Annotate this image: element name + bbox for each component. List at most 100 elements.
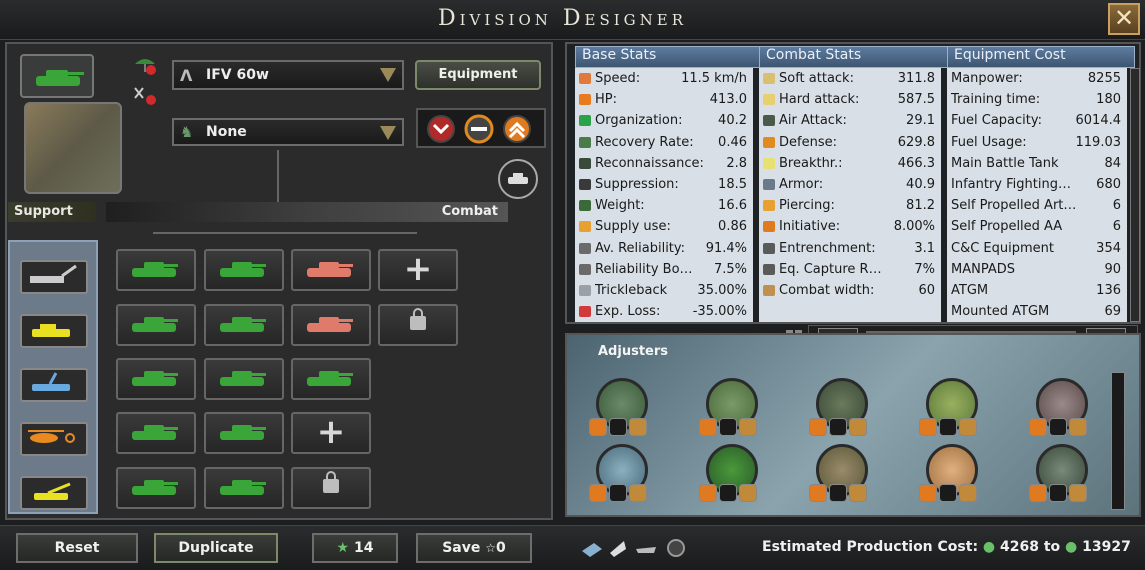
combat-slot[interactable] bbox=[204, 412, 284, 454]
priority-high-icon[interactable] bbox=[501, 114, 533, 144]
stat-row: Recovery Rate: 0.46 bbox=[575, 132, 753, 153]
stat-value: 680 bbox=[1096, 176, 1121, 192]
stat-label-text: Breakthr.: bbox=[779, 155, 843, 171]
add-battalion-button[interactable]: + bbox=[291, 412, 371, 454]
save-button[interactable]: Save ☆0 bbox=[416, 533, 532, 563]
stat-row: Infantry Fighting… 680 bbox=[947, 174, 1127, 195]
stat-label: Reliability Bo… bbox=[579, 259, 693, 280]
stat-icon bbox=[763, 284, 775, 296]
tank-icon bbox=[132, 317, 178, 332]
support-column bbox=[8, 240, 98, 514]
priority-normal-icon[interactable] bbox=[463, 114, 495, 144]
reset-button[interactable]: Reset bbox=[16, 533, 138, 563]
stat-label-text: Trickleback bbox=[595, 282, 668, 298]
stat-label: Armor: bbox=[763, 174, 823, 195]
combat-slot[interactable] bbox=[204, 467, 284, 509]
support-slot-helicopter[interactable] bbox=[20, 422, 88, 456]
stat-label-text: ATGM bbox=[951, 282, 989, 298]
close-button[interactable]: ✕ bbox=[1108, 3, 1140, 35]
combat-header: Combat bbox=[106, 202, 508, 222]
stat-label: Initiative: bbox=[763, 216, 840, 237]
stats-scrollbar[interactable] bbox=[1130, 68, 1140, 322]
combat-slot[interactable] bbox=[116, 467, 196, 509]
stat-icon bbox=[579, 157, 591, 169]
equipment-cost-header: Equipment Cost bbox=[947, 46, 1135, 68]
combat-slot[interactable] bbox=[116, 358, 196, 400]
combat-slot[interactable] bbox=[291, 358, 371, 400]
xp-indicator: ★ 14 bbox=[312, 533, 398, 563]
stat-label: Recovery Rate: bbox=[579, 132, 694, 153]
combat-slot[interactable] bbox=[204, 304, 284, 346]
parachute-restrict-icon[interactable] bbox=[133, 54, 157, 76]
duplicate-button[interactable]: Duplicate bbox=[154, 533, 278, 563]
defense-badge-icon bbox=[849, 484, 867, 502]
stat-value: 29.1 bbox=[906, 113, 935, 129]
coin-icon: ● bbox=[1065, 539, 1078, 555]
stat-row: Training time: 180 bbox=[947, 89, 1127, 110]
priority-low-icon[interactable] bbox=[425, 114, 457, 144]
stat-label: Combat width: bbox=[763, 280, 874, 301]
attack-badge-icon bbox=[609, 484, 627, 502]
terrain-modifiers bbox=[809, 484, 879, 504]
stat-label-text: C&C Equipment bbox=[951, 240, 1054, 256]
stat-row: Air Attack: 29.1 bbox=[759, 110, 941, 131]
combat-slot[interactable] bbox=[204, 249, 284, 291]
movement-badge-icon bbox=[809, 418, 827, 436]
stat-label: MANPADS bbox=[951, 259, 1015, 280]
template-name-field[interactable]: Ʌ IFV 60w bbox=[172, 60, 404, 90]
unit-type-toggle-icon[interactable] bbox=[496, 158, 540, 200]
stat-label-text: Combat width: bbox=[779, 282, 875, 298]
base-stats-header: Base Stats bbox=[575, 46, 761, 68]
stat-label: Main Battle Tank bbox=[951, 153, 1059, 174]
support-slot-artillery[interactable] bbox=[20, 476, 88, 510]
division-icon-selector[interactable] bbox=[20, 54, 94, 98]
base-stats-list: Speed: 11.5 km/h HP: 413.0 Organization: 40.2… bbox=[575, 68, 753, 322]
equipment-button[interactable]: Equipment bbox=[415, 60, 541, 90]
stat-icon bbox=[763, 136, 775, 148]
support-slot-tank[interactable] bbox=[20, 314, 88, 348]
stat-icon bbox=[763, 94, 775, 106]
stat-icon bbox=[579, 94, 591, 106]
lock-icon bbox=[410, 308, 426, 330]
plus-icon: + bbox=[403, 249, 433, 289]
stat-row: Initiative: 8.00% bbox=[759, 216, 941, 237]
stat-label-text: Reconnaissance: bbox=[595, 155, 704, 171]
unknown-icon bbox=[667, 539, 685, 557]
anti-air-icon bbox=[32, 372, 70, 391]
stat-label: ATGM bbox=[951, 280, 988, 301]
production-cost-to: to bbox=[1043, 539, 1061, 555]
amphibious-restrict-icon[interactable] bbox=[133, 84, 157, 106]
stat-icon bbox=[579, 178, 591, 190]
stats-panel: Base Stats Combat Stats Equipment Cost S… bbox=[565, 42, 1141, 324]
combat-slot[interactable] bbox=[116, 412, 196, 454]
terrain-modifiers bbox=[699, 418, 769, 438]
stat-icon bbox=[763, 115, 775, 127]
defense-badge-icon bbox=[1069, 484, 1087, 502]
combat-slot[interactable] bbox=[204, 358, 284, 400]
stat-label: HP: bbox=[579, 89, 617, 110]
stat-value: 413.0 bbox=[709, 92, 747, 108]
adjusters-scrollbar[interactable] bbox=[1111, 372, 1125, 510]
stat-label-text: Initiative: bbox=[779, 219, 841, 235]
support-slot-aa[interactable] bbox=[20, 368, 88, 402]
stat-label: Organization: bbox=[579, 110, 683, 131]
combat-slot[interactable] bbox=[116, 304, 196, 346]
combat-slot[interactable] bbox=[291, 249, 371, 291]
tank-icon bbox=[307, 371, 353, 386]
stat-icon bbox=[763, 73, 775, 84]
division-portrait[interactable] bbox=[24, 102, 122, 194]
stat-icon bbox=[763, 242, 775, 254]
combat-slot[interactable] bbox=[291, 304, 371, 346]
stat-icon bbox=[763, 263, 775, 275]
add-battalion-button[interactable]: + bbox=[378, 249, 458, 291]
defense-badge-icon bbox=[739, 484, 757, 502]
tree-connector bbox=[153, 232, 417, 234]
support-slot-engineer[interactable] bbox=[20, 260, 88, 294]
stat-label-text: HP: bbox=[595, 92, 617, 108]
stat-row: Suppression: 18.5 bbox=[575, 174, 753, 195]
stat-row: Weight: 16.6 bbox=[575, 195, 753, 216]
stat-label: Self Propelled AA bbox=[951, 216, 1062, 237]
combat-slot[interactable] bbox=[116, 249, 196, 291]
secondary-select[interactable]: ♞ None bbox=[172, 118, 404, 146]
stat-label: Piercing: bbox=[763, 195, 835, 216]
